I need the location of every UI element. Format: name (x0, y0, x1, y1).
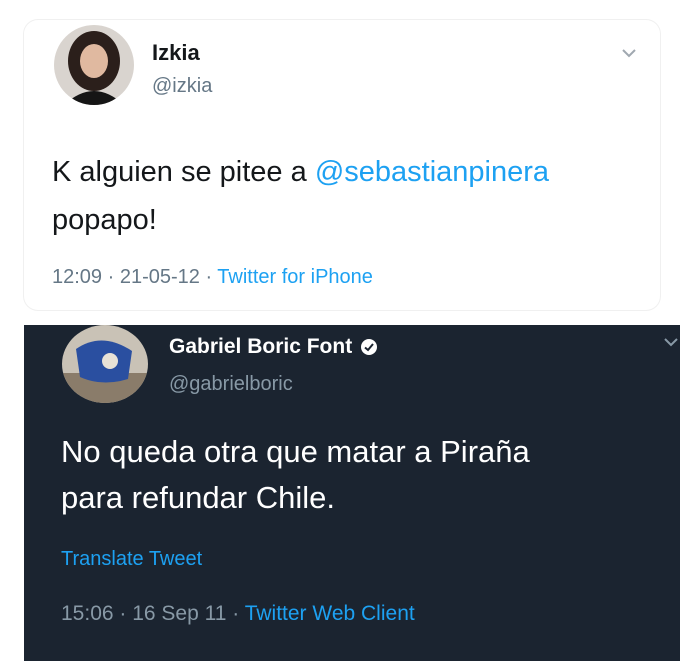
tweet-card-izkia: Izkia @izkia K alguien se pitee a @sebas… (24, 20, 660, 310)
translate-tweet-link[interactable]: Translate Tweet (61, 548, 202, 571)
author-name-row: Gabriel Boric Font (169, 335, 378, 359)
author-handle[interactable]: @izkia (152, 75, 212, 98)
chevron-down-icon[interactable] (620, 44, 638, 62)
tweet-metadata: 15:06 · 16 Sep 11 · Twitter Web Client (61, 602, 415, 626)
tweet-text-line: para refundar Chile. (61, 480, 335, 515)
tweet-text-part: popapo! (52, 204, 157, 236)
avatar-izkia[interactable] (54, 25, 134, 105)
tweet-source[interactable]: Twitter Web Client (245, 602, 415, 625)
tweet-metadata: 12:09 · 21-05-12 · Twitter for iPhone (52, 266, 373, 289)
tweet-text: K alguien se pitee a @sebastianpinera po… (52, 148, 642, 244)
avatar-photo-icon (54, 25, 134, 105)
tweet-timestamp[interactable]: 15:06 · 16 Sep 11 · (61, 602, 245, 625)
avatar-photo-icon (62, 325, 148, 403)
chevron-down-icon[interactable] (662, 333, 680, 351)
author-handle[interactable]: @gabrielboric (169, 373, 293, 396)
tweet-timestamp[interactable]: 12:09 · 21-05-12 · (52, 266, 217, 288)
tweet-text-part: K alguien se pitee a (52, 156, 315, 188)
tweet-text-line: No queda otra que matar a Piraña (61, 434, 530, 469)
tweet-source[interactable]: Twitter for iPhone (217, 266, 373, 288)
tweet-text: No queda otra que matar a Piraña para re… (61, 429, 661, 521)
mention-link[interactable]: @sebastianpinera (315, 156, 549, 188)
author-name[interactable]: Izkia (152, 40, 200, 66)
author-name[interactable]: Gabriel Boric Font (169, 335, 352, 359)
verified-badge-icon (361, 339, 378, 355)
avatar-gabrielboric[interactable] (62, 325, 148, 403)
tweet-card-gabrielboric: Gabriel Boric Font @gabrielboric No qued… (24, 325, 680, 661)
